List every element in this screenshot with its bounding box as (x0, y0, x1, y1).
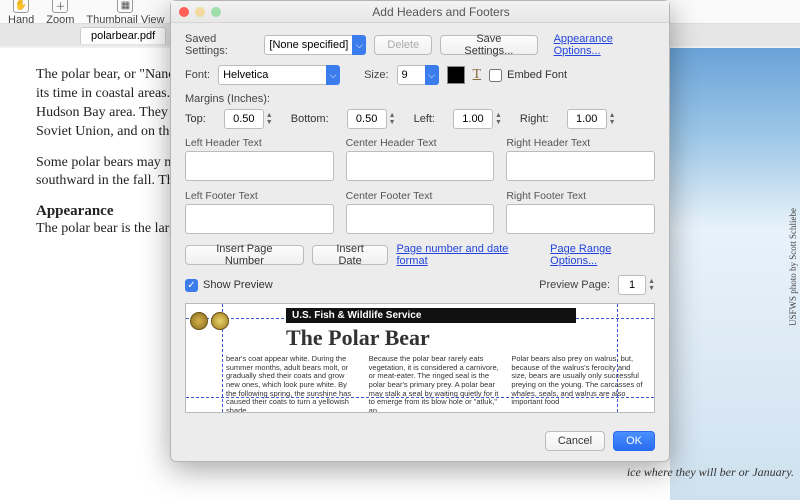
tool-hand[interactable]: ✋Hand (8, 0, 34, 26)
photo-credit: USFWS photo by Scott Schliebe (788, 208, 798, 326)
headers-footers-dialog: Add Headers and Footers Saved Settings: … (170, 0, 670, 462)
preview-column: bear's coat appear white. During the sum… (226, 355, 359, 413)
tab-document[interactable]: polarbear.pdf (80, 27, 166, 44)
right-footer-field[interactable] (506, 204, 655, 234)
right-header-field[interactable] (506, 151, 655, 181)
appearance-options-link[interactable]: Appearance Options... (554, 33, 655, 57)
tool-thumbnails[interactable]: ▦Thumbnail View (86, 0, 164, 26)
traffic-lights (179, 7, 221, 17)
image-caption: ice where they will ber or January. (627, 465, 794, 480)
margin-bottom-stepper[interactable]: ▲▼ (347, 109, 396, 129)
zoom-icon: ＋ (52, 0, 68, 13)
minimize-icon (195, 7, 205, 17)
preview-pane: U.S. Fish & Wildlife Service The Polar B… (185, 303, 655, 413)
chevron-down-icon[interactable]: ⌵ (326, 65, 340, 85)
tool-zoom[interactable]: ＋Zoom (46, 0, 74, 26)
margin-right-stepper[interactable]: ▲▼ (567, 109, 616, 129)
insert-page-number-button[interactable]: Insert Page Number (185, 245, 304, 265)
margin-right-label: Right: (520, 113, 549, 125)
embed-font-checkbox[interactable]: Embed Font (489, 69, 567, 82)
margin-top-stepper[interactable]: ▲▼ (224, 109, 273, 129)
dialog-titlebar: Add Headers and Footers (171, 1, 669, 23)
close-icon[interactable] (179, 7, 189, 17)
insert-date-button[interactable]: Insert Date (312, 245, 389, 265)
chevron-down-icon: ▼ (266, 119, 273, 126)
right-header-label: Right Header Text (506, 137, 655, 149)
right-footer-label: Right Footer Text (506, 190, 655, 202)
preview-page-stepper[interactable]: ▲▼ (618, 275, 655, 295)
size-label: Size: (364, 69, 388, 81)
agency-seal-icon (190, 312, 229, 330)
preview-banner: U.S. Fish & Wildlife Service (286, 308, 576, 323)
preview-title: The Polar Bear (286, 325, 644, 351)
margins-label: Margins (Inches): (185, 93, 655, 105)
preview-column: Because the polar bear rarely eats veget… (369, 355, 502, 413)
cancel-button[interactable]: Cancel (545, 431, 605, 451)
delete-button: Delete (374, 35, 432, 55)
page-number-format-link[interactable]: Page number and date format (396, 243, 534, 267)
page-range-options-link[interactable]: Page Range Options... (550, 243, 655, 267)
ok-button[interactable]: OK (613, 431, 655, 451)
preview-page-label: Preview Page: (539, 279, 610, 291)
center-header-label: Center Header Text (346, 137, 495, 149)
center-header-field[interactable] (346, 151, 495, 181)
hand-icon: ✋ (13, 0, 29, 13)
chevron-down-icon[interactable]: ⌵ (352, 35, 366, 55)
underline-icon[interactable]: T (473, 67, 482, 83)
chevron-down-icon[interactable]: ⌵ (425, 65, 439, 85)
left-footer-field[interactable] (185, 204, 334, 234)
preview-column: Polar bears also prey on walrus, but, be… (511, 355, 644, 413)
center-footer-label: Center Footer Text (346, 190, 495, 202)
margin-left-stepper[interactable]: ▲▼ (453, 109, 502, 129)
left-header-label: Left Header Text (185, 137, 334, 149)
font-label: Font: (185, 69, 210, 81)
left-header-field[interactable] (185, 151, 334, 181)
margin-left-label: Left: (414, 113, 435, 125)
center-footer-field[interactable] (346, 204, 495, 234)
saved-settings-select[interactable] (264, 35, 354, 55)
left-footer-label: Left Footer Text (185, 190, 334, 202)
dialog-title: Add Headers and Footers (221, 5, 661, 19)
zoom-icon (211, 7, 221, 17)
checkmark-icon: ✓ (185, 279, 198, 292)
size-field[interactable] (397, 65, 427, 85)
show-preview-checkbox[interactable]: ✓Show Preview (185, 279, 273, 292)
saved-settings-label: Saved Settings: (185, 33, 256, 57)
font-select[interactable] (218, 65, 328, 85)
margin-bottom-label: Bottom: (291, 113, 329, 125)
color-swatch[interactable] (447, 66, 465, 84)
margin-top-label: Top: (185, 113, 206, 125)
save-settings-button[interactable]: Save Settings... (440, 35, 537, 55)
chevron-up-icon: ▲ (266, 112, 273, 119)
polar-bear-photo (670, 48, 800, 500)
thumbnail-icon: ▦ (117, 0, 133, 13)
